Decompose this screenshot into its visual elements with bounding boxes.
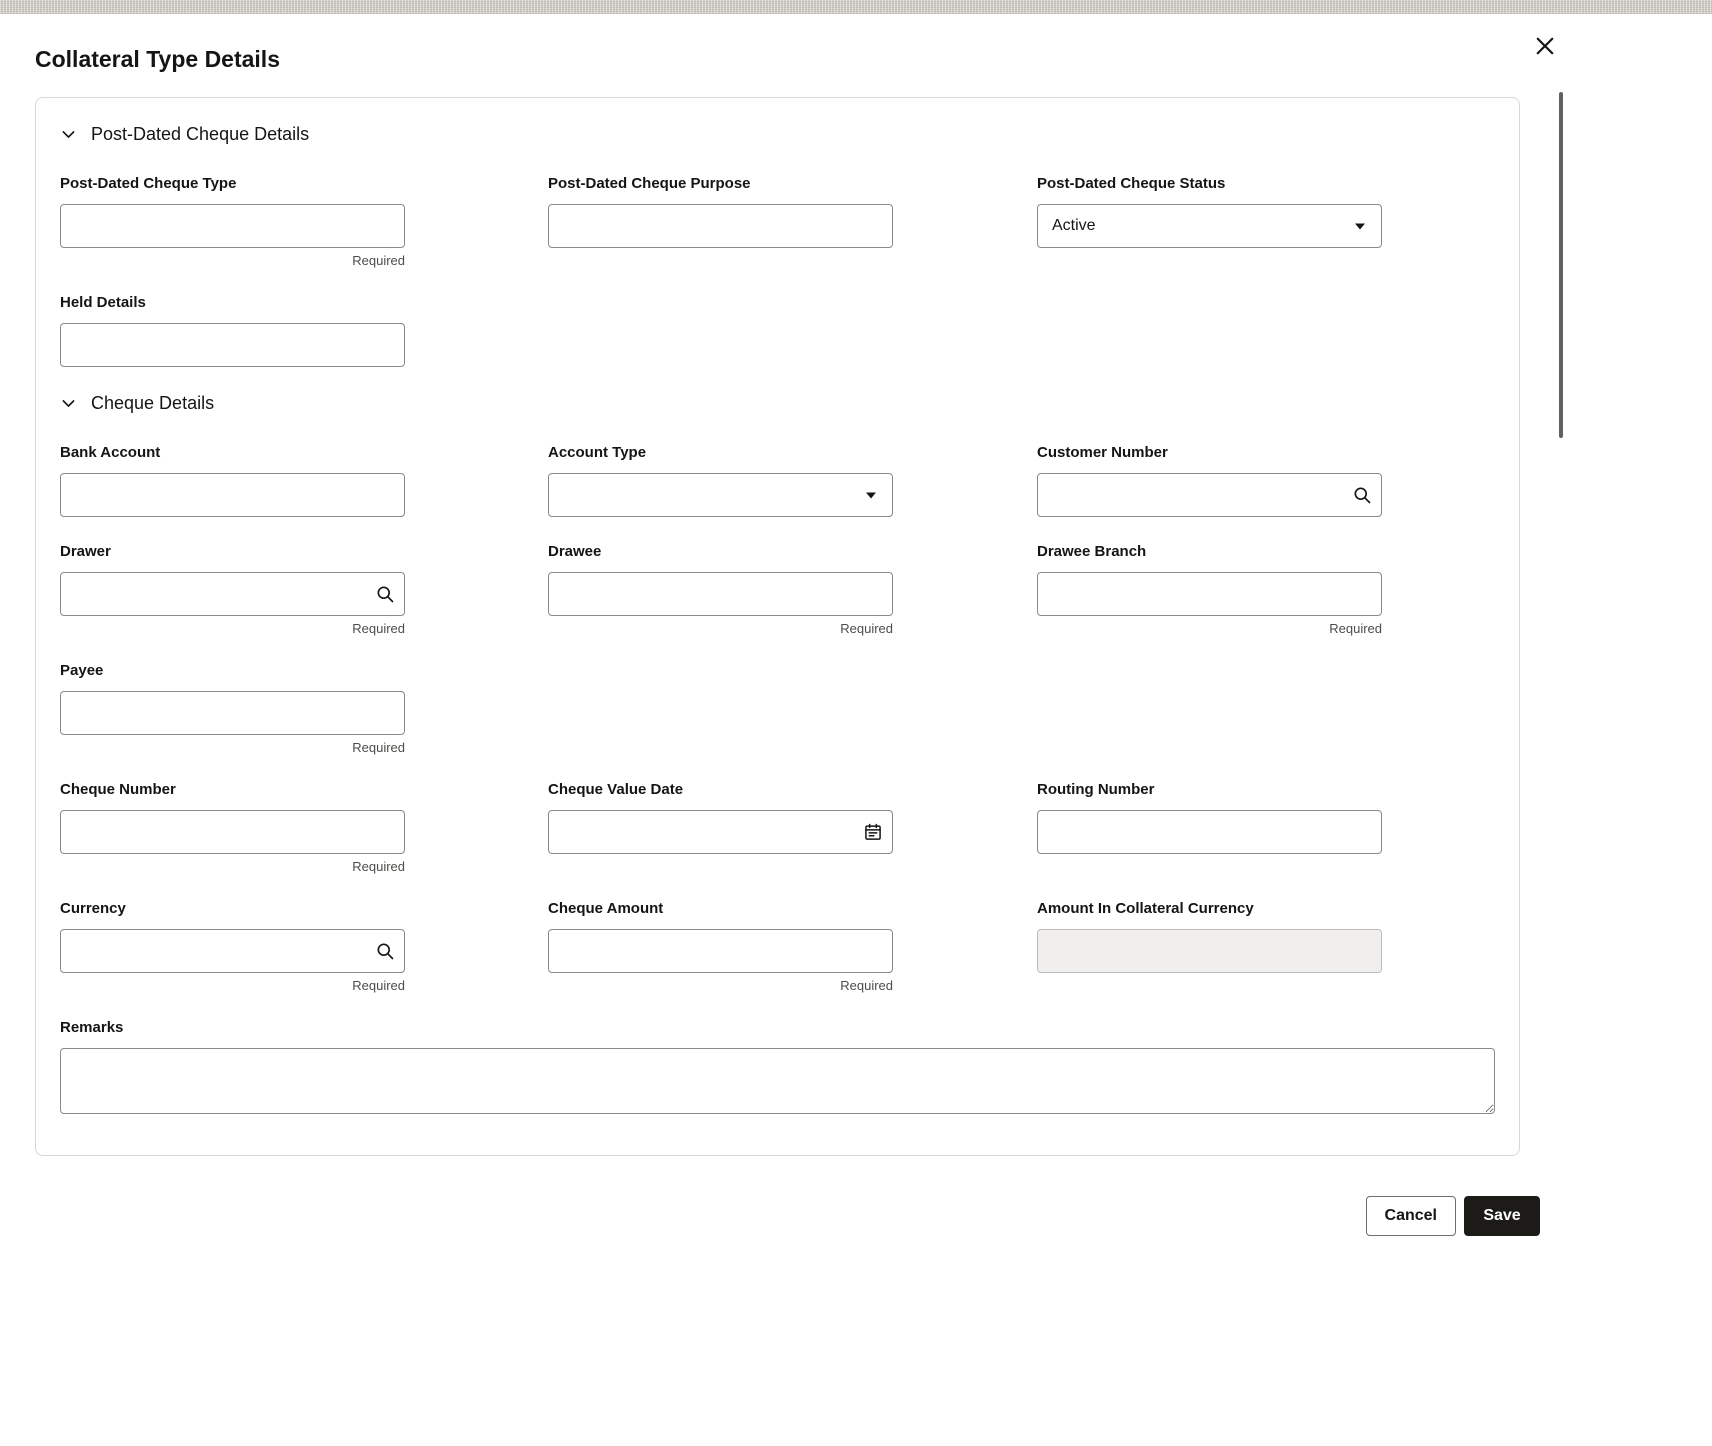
form-row: Held Details [60, 294, 1495, 367]
post-dated-cheque-status-select[interactable]: Active [1037, 204, 1382, 248]
bank-account-input[interactable] [60, 473, 405, 517]
required-hint: Required [840, 978, 893, 993]
amount-in-collateral-currency-input [1037, 929, 1382, 973]
required-hint: Required [352, 859, 405, 874]
post-dated-cheque-purpose-field: Post-Dated Cheque Purpose [548, 175, 893, 248]
required-hint: Required [1329, 621, 1382, 636]
required-hint: Required [352, 740, 405, 755]
post-dated-cheque-type-field: Post-Dated Cheque Type Required [60, 175, 405, 268]
customer-number-field: Customer Number [1037, 444, 1382, 517]
field-label: Account Type [548, 444, 647, 461]
form-row: Currency Required Cheque Amount Required… [60, 900, 1495, 993]
section-title: Cheque Details [91, 393, 215, 413]
form-row: Bank Account Account Type Customer Numbe… [60, 444, 1495, 517]
caret-down-icon [1355, 223, 1365, 230]
currency-lookup-button[interactable] [375, 941, 395, 961]
field-label: Remarks [60, 1019, 124, 1036]
collateral-form-panel: Post-Dated Cheque Details Post-Dated Che… [35, 97, 1520, 1156]
drawer-field: Drawer Required [60, 543, 405, 636]
field-label: Cheque Amount [548, 900, 664, 917]
field-label: Held Details [60, 294, 146, 311]
save-button[interactable]: Save [1464, 1196, 1540, 1236]
search-icon [377, 943, 394, 960]
account-type-field: Account Type [548, 444, 893, 517]
cheque-value-date-field: Cheque Value Date [548, 781, 893, 854]
required-hint: Required [352, 253, 405, 268]
select-value: Active [1052, 217, 1096, 234]
form-row: Post-Dated Cheque Type Required Post-Dat… [60, 175, 1495, 268]
section-title: Post-Dated Cheque Details [91, 124, 310, 144]
caret-down-icon [866, 492, 876, 499]
remarks-field: Remarks [60, 1019, 1495, 1119]
calendar-icon [865, 823, 881, 840]
post-dated-cheque-type-input[interactable] [60, 204, 405, 248]
form-row: Drawer Required Drawee Required Drawee B… [60, 543, 1495, 636]
field-label: Currency [60, 900, 126, 917]
drawee-input[interactable] [548, 572, 893, 616]
customer-number-lookup-button[interactable] [1352, 485, 1372, 505]
field-label: Customer Number [1037, 444, 1168, 461]
close-icon [1536, 37, 1554, 55]
currency-input[interactable] [60, 929, 405, 973]
field-label: Post-Dated Cheque Purpose [548, 175, 751, 192]
section-post-dated-cheque-details[interactable]: Post-Dated Cheque Details [60, 124, 1495, 145]
page-title: Collateral Type Details [35, 46, 280, 72]
field-label: Bank Account [60, 444, 161, 461]
drawer-lookup-button[interactable] [375, 584, 395, 604]
customer-number-input[interactable] [1037, 473, 1382, 517]
drawee-field: Drawee Required [548, 543, 893, 636]
field-label: Drawee Branch [1037, 543, 1147, 560]
cheque-number-field: Cheque Number Required [60, 781, 405, 874]
routing-number-input[interactable] [1037, 810, 1382, 854]
close-button[interactable] [1529, 30, 1561, 62]
cheque-amount-field: Cheque Amount Required [548, 900, 893, 993]
payee-field: Payee Required [60, 662, 405, 755]
cheque-value-date-input[interactable] [548, 810, 893, 854]
search-icon [1354, 487, 1371, 504]
held-details-input[interactable] [60, 323, 405, 367]
field-label: Post-Dated Cheque Status [1037, 175, 1226, 192]
post-dated-cheque-purpose-input[interactable] [548, 204, 893, 248]
form-row: Cheque Number Required Cheque Value Date [60, 781, 1495, 874]
field-label: Payee [60, 662, 104, 679]
desktop-background-strip [0, 0, 1712, 14]
required-hint: Required [840, 621, 893, 636]
dialog-footer: Cancel Save [0, 1196, 1540, 1236]
drawer-input[interactable] [60, 572, 405, 616]
cheque-number-input[interactable] [60, 810, 405, 854]
chevron-down-icon [62, 131, 75, 138]
field-label: Cheque Number [60, 781, 176, 798]
chevron-down-icon [62, 400, 75, 407]
held-details-field: Held Details [60, 294, 405, 367]
form-row: Payee Required [60, 662, 1495, 755]
drawee-branch-field: Drawee Branch Required [1037, 543, 1382, 636]
scrollbar-thumb[interactable] [1559, 92, 1563, 438]
bank-account-field: Bank Account [60, 444, 405, 517]
remarks-textarea[interactable] [60, 1048, 1495, 1114]
field-label: Cheque Value Date [548, 781, 684, 798]
post-dated-cheque-status-field: Post-Dated Cheque Status Active [1037, 175, 1382, 248]
cancel-button[interactable]: Cancel [1365, 1196, 1456, 1236]
field-label: Amount In Collateral Currency [1037, 900, 1254, 917]
required-hint: Required [352, 978, 405, 993]
cheque-value-date-picker-button[interactable] [863, 822, 883, 842]
amount-in-collateral-currency-field: Amount In Collateral Currency [1037, 900, 1382, 973]
field-label: Post-Dated Cheque Type [60, 175, 237, 192]
field-label: Routing Number [1037, 781, 1155, 798]
account-type-select[interactable] [548, 473, 893, 517]
section-cheque-details[interactable]: Cheque Details [60, 393, 1495, 414]
currency-field: Currency Required [60, 900, 405, 993]
field-label: Drawer [60, 543, 111, 560]
required-hint: Required [352, 621, 405, 636]
search-icon [377, 586, 394, 603]
field-label: Drawee [548, 543, 602, 560]
routing-number-field: Routing Number [1037, 781, 1382, 854]
cheque-amount-input[interactable] [548, 929, 893, 973]
payee-input[interactable] [60, 691, 405, 735]
drawee-branch-input[interactable] [1037, 572, 1382, 616]
